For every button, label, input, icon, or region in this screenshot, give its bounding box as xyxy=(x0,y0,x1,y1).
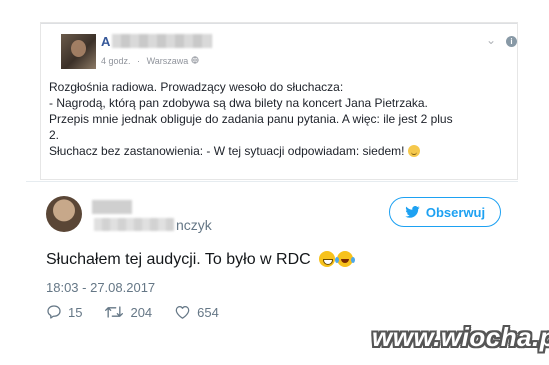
smile-emoji-icon xyxy=(407,145,420,157)
avatar xyxy=(61,34,96,69)
chevron-down-icon[interactable]: ⌄ xyxy=(486,33,496,47)
tweet-text: Słuchałem tej audycji. To było w RDC xyxy=(46,251,311,268)
post-line: Słuchacz bez zastanowienia: - W tej sytu… xyxy=(49,144,405,158)
reply-button[interactable]: 15 xyxy=(46,304,82,320)
retweet-button[interactable]: 204 xyxy=(104,304,152,320)
globe-icon xyxy=(191,56,199,66)
follow-button[interactable]: Obserwuj xyxy=(389,197,501,227)
divider xyxy=(26,181,518,182)
post-location[interactable]: Warszawa xyxy=(147,56,189,66)
post-meta: 4 godz. · Warszawa xyxy=(101,56,199,66)
post-line: Przepis mnie jednak obliguje do zadania … xyxy=(49,112,453,126)
like-count: 654 xyxy=(197,304,219,320)
tweet-timestamp[interactable]: 18:03 - 27.08.2017 xyxy=(46,280,155,295)
follow-label: Obserwuj xyxy=(425,204,486,220)
blurred-handle xyxy=(94,218,174,231)
post-line: - Nagrodą, którą pan zdobywa są dwa bile… xyxy=(49,96,428,110)
post-line: Rozgłośnia radiowa. Prowadzący wesoło do… xyxy=(49,80,344,94)
facebook-post-screenshot: A 4 godz. · Warszawa ⌄ i Rozgłośnia radi… xyxy=(40,22,518,180)
user-handle[interactable]: nczyk xyxy=(176,217,212,233)
divider xyxy=(41,23,517,24)
like-button[interactable]: 654 xyxy=(174,304,219,320)
tweet-actions: 15 204 654 xyxy=(46,304,241,320)
reply-icon xyxy=(47,305,61,319)
tears-of-joy-emoji-icon xyxy=(335,251,354,267)
avatar[interactable] xyxy=(46,196,82,232)
reply-count: 15 xyxy=(68,304,83,320)
blurred-display-name xyxy=(92,200,132,214)
twitter-bird-icon xyxy=(405,206,420,218)
meta-separator: · xyxy=(137,56,141,66)
tweet-text-row: Słuchałem tej audycji. To było w RDC xyxy=(46,251,354,269)
post-time[interactable]: 4 godz. xyxy=(101,56,131,66)
info-icon[interactable]: i xyxy=(506,36,517,47)
post-line: 2. xyxy=(49,128,60,142)
post-line-last: Słuchacz bez zastanowienia: - W tej sytu… xyxy=(49,143,489,159)
retweet-icon xyxy=(105,306,124,318)
author-name[interactable]: A xyxy=(101,34,110,49)
post-body: Rozgłośnia radiowa. Prowadzący wesoło do… xyxy=(49,79,489,159)
heart-icon xyxy=(175,305,190,319)
retweet-count: 204 xyxy=(130,304,153,320)
blurred-author-name xyxy=(112,34,212,48)
grinning-emoji-icon xyxy=(319,251,336,267)
site-watermark: www.wiocha.pl xyxy=(372,322,549,352)
